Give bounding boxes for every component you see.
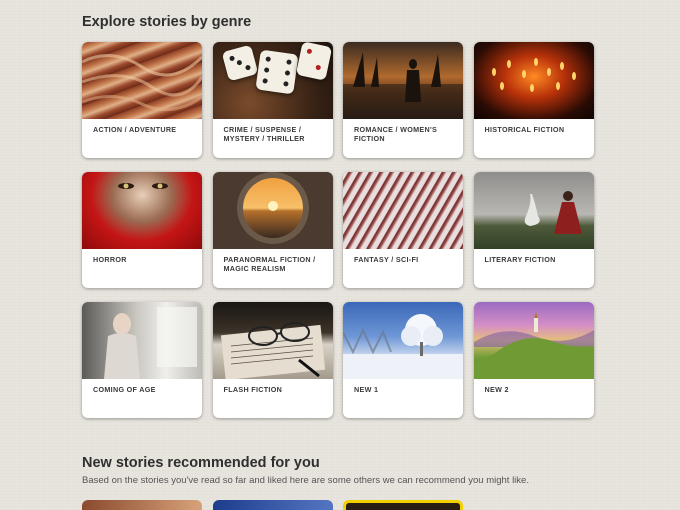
genre-grid: ACTION / ADVENTURE CRIME / SUSPENSE / MY… [82, 42, 594, 418]
hill-church-image [473, 312, 594, 379]
genre-label: FLASH FICTION [223, 385, 283, 394]
woman-goose-image [524, 191, 582, 234]
glasses-letter-image [220, 322, 325, 379]
recommended-story-card[interactable] [343, 500, 463, 510]
candles-image [491, 58, 576, 92]
genre-label: NEW 1 [354, 385, 379, 394]
genre-card-action-adventure[interactable]: ACTION / ADVENTURE [82, 42, 202, 158]
genre-label: FANTASY / SCI-FI [354, 255, 419, 264]
genre-thumbnail [82, 42, 202, 119]
genre-label: NEW 2 [484, 385, 509, 394]
genre-thumbnail [212, 42, 333, 119]
genre-thumbnail [473, 172, 594, 249]
girl-window-image [104, 307, 197, 379]
genre-card-fantasy[interactable]: FANTASY / SCI-FI [343, 172, 463, 288]
genre-card-crime-suspense[interactable]: CRIME / SUSPENSE / MYSTERY / THRILLER [212, 42, 333, 158]
genre-card-romance[interactable]: ROMANCE / WOMEN'S FICTION [343, 42, 463, 158]
genre-card-new-2[interactable]: NEW 2 [473, 302, 594, 418]
snowy-tree-image [343, 314, 463, 379]
genre-thumbnail [343, 172, 463, 249]
genre-card-literary[interactable]: LITERARY FICTION [473, 172, 594, 288]
recommended-story-card[interactable] [82, 500, 202, 510]
recommended-story-row [82, 500, 463, 510]
genres-section-title: Explore stories by genre [82, 14, 252, 30]
genre-thumbnail [212, 302, 333, 379]
recommended-section-subtitle: Based on the stories you've read so far … [82, 475, 529, 486]
genre-label: PARANORMAL FICTION / MAGIC REALISM [223, 255, 316, 273]
genre-card-coming-of-age[interactable]: COMING OF AGE [82, 302, 202, 418]
genre-label: COMING OF AGE [93, 385, 156, 394]
genre-thumbnail [212, 172, 333, 249]
genre-card-horror[interactable]: HORROR [82, 172, 202, 288]
genre-label: HORROR [93, 255, 127, 264]
genre-thumbnail [343, 302, 463, 379]
recommended-story-card[interactable] [212, 500, 333, 510]
genre-label: CRIME / SUSPENSE / MYSTERY / THRILLER [223, 125, 305, 143]
genre-label: ACTION / ADVENTURE [93, 125, 177, 134]
genre-card-paranormal[interactable]: PARANORMAL FICTION / MAGIC REALISM [212, 172, 333, 288]
genre-label: LITERARY FICTION [484, 255, 556, 264]
recommended-section-title: New stories recommended for you [82, 455, 320, 471]
genre-thumbnail [343, 42, 463, 119]
canyon-image [82, 54, 202, 112]
harbor-image [343, 52, 463, 119]
genre-thumbnail [473, 42, 594, 119]
porthole-image [236, 172, 309, 244]
genre-label: HISTORICAL FICTION [484, 125, 565, 134]
genre-card-new-1[interactable]: NEW 1 [343, 302, 463, 418]
genre-label: ROMANCE / WOMEN'S FICTION [354, 125, 438, 143]
genre-thumbnail [82, 172, 202, 249]
genre-thumbnail [82, 302, 202, 379]
genre-thumbnail [473, 302, 594, 379]
genre-card-historical[interactable]: HISTORICAL FICTION [473, 42, 594, 158]
genre-card-flash-fiction[interactable]: FLASH FICTION [212, 302, 333, 418]
face-image [118, 183, 168, 189]
